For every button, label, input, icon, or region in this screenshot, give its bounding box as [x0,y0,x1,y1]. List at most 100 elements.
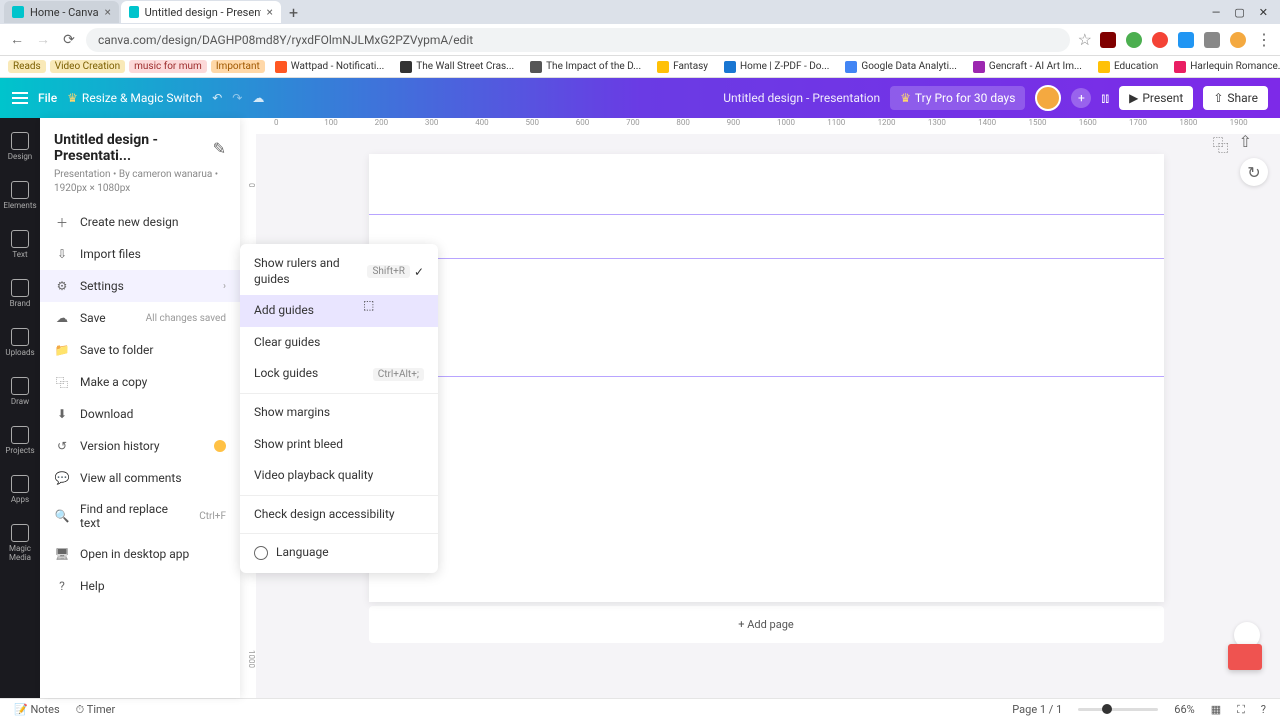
close-icon[interactable]: × [267,5,273,19]
view-comments[interactable]: 💬View all comments [40,462,240,494]
fullscreen-icon[interactable]: ⛶ [1237,703,1245,717]
settings-item[interactable]: ⚙Settings› [40,270,240,302]
video-quality[interactable]: Video playback quality [240,460,438,492]
bookmark-item[interactable]: Harlequin Romance... [1168,59,1280,75]
make-copy[interactable]: ⿻Make a copy [40,366,240,398]
menu-icon[interactable]: ⋮ [1256,30,1272,49]
check-accessibility[interactable]: Check design accessibility [240,499,438,531]
save-item[interactable]: ☁SaveAll changes saved [40,302,240,334]
url-input[interactable]: canva.com/design/DAGHP08md8Y/ryxdFOlmNJL… [86,28,1070,52]
save-to-folder[interactable]: 📁Save to folder [40,334,240,366]
user-avatar[interactable] [1035,85,1061,111]
export-icon[interactable]: ⇧ [1239,132,1252,156]
add-collaborator-button[interactable]: + [1071,88,1091,108]
rail-projects[interactable]: Projects [0,420,40,461]
guide-line[interactable] [369,258,1164,259]
bookmark-item[interactable]: The Impact of the D... [524,59,647,75]
rail-elements[interactable]: Elements [0,175,40,216]
bookmark-item[interactable]: Home | Z-PDF - Do... [718,59,835,75]
zoom-value[interactable]: 66% [1174,703,1194,716]
rail-brand[interactable]: Brand [0,273,40,314]
preview-thumbnail[interactable] [1228,644,1262,670]
bookmark-item[interactable]: Fantasy [651,59,714,75]
zoom-thumb[interactable] [1102,704,1112,714]
guide-line[interactable] [369,376,1164,377]
find-replace[interactable]: 🔍Find and replace textCtrl+F [40,494,240,538]
ext-gray[interactable] [1204,32,1220,48]
download-item[interactable]: ⬇Download [40,398,240,430]
menu-icon[interactable] [12,92,28,104]
create-new-design[interactable]: ＋Create new design [40,206,240,238]
lock-guides[interactable]: Lock guidesCtrl+Alt+; [240,358,438,390]
try-pro-button[interactable]: ♛Try Pro for 30 days [890,86,1025,110]
notes-button[interactable]: 📝 Notes [14,703,60,716]
file-menu[interactable]: File [38,91,57,105]
rail-apps[interactable]: Apps [0,469,40,510]
analytics-icon[interactable]: ⫾⫾ [1101,91,1109,106]
ext-red[interactable] [1152,32,1168,48]
bookmark-music[interactable]: music for mum [129,60,207,73]
download-icon: ⬇ [54,406,70,422]
cloud-icon[interactable]: ☁ [252,91,264,105]
rail-magic[interactable]: Magic Media [0,518,40,568]
bookmark-item[interactable]: Education [1092,59,1164,75]
ext-blue[interactable] [1178,32,1194,48]
file-panel: Untitled design - Presentati... ✎ Presen… [40,118,240,698]
minimize-icon[interactable]: — [1212,6,1221,19]
show-rulers[interactable]: Show rulers and guidesShift+R✓ [240,248,438,295]
bookmark-item[interactable]: Google Data Analyti... [839,59,963,75]
language-item[interactable]: Language [240,537,438,569]
history-icon: ↺ [54,438,70,454]
bookmark-item[interactable]: Wattpad - Notificati... [269,59,390,75]
rail-text[interactable]: Text [0,224,40,265]
guide-line[interactable] [369,214,1164,215]
zoom-slider[interactable] [1078,708,1158,711]
close-window-icon[interactable]: ✕ [1259,6,1268,19]
clear-guides[interactable]: Clear guides [240,327,438,359]
timer-button[interactable]: ⏱ Timer [76,703,116,717]
design-title[interactable]: Untitled design - Presentation [723,91,880,105]
url-text: canva.com/design/DAGHP08md8Y/ryxdFOlmNJL… [98,33,473,47]
add-guides[interactable]: Add guides [240,295,438,327]
open-desktop[interactable]: 🖥Open in desktop app [40,538,240,570]
share-button[interactable]: ⇧ Share [1203,86,1268,110]
star-icon[interactable]: ☆ [1078,30,1092,49]
edit-title-icon[interactable]: ✎ [213,139,226,158]
ext-green[interactable] [1126,32,1142,48]
profile-avatar[interactable] [1230,32,1246,48]
bookmark-video[interactable]: Video Creation [50,60,125,73]
bookmark-important[interactable]: Important [211,60,265,73]
cloud-icon: ☁ [54,310,70,326]
rail-draw[interactable]: Draw [0,371,40,412]
reload-button[interactable]: ⟳ [60,31,78,49]
forward-button[interactable]: → [34,31,52,49]
close-icon[interactable]: × [105,5,111,19]
undo-button[interactable]: ↶ [212,91,222,105]
import-files[interactable]: ⇩Import files [40,238,240,270]
ext-ublock[interactable] [1100,32,1116,48]
add-page-button[interactable]: + Add page [369,606,1164,643]
layers-icon[interactable]: ⿻ [1213,132,1229,156]
rail-uploads[interactable]: Uploads [0,322,40,363]
show-margins[interactable]: Show margins [240,397,438,429]
browser-tab[interactable]: Home - Canva × [4,1,119,23]
back-button[interactable]: ← [8,31,26,49]
canvas-page[interactable] [369,154,1164,602]
browser-tab-active[interactable]: Untitled design - Presentation × [121,1,281,23]
help-footer-icon[interactable]: ? [1261,703,1266,716]
redo-button[interactable]: ↷ [232,91,242,105]
bookmark-item[interactable]: Gencraft - AI Art Im... [967,59,1088,75]
new-tab-button[interactable]: + [289,3,298,22]
present-button[interactable]: ▶ Present [1119,86,1193,110]
help-item[interactable]: ?Help [40,570,240,602]
bookmark-item[interactable]: The Wall Street Cras... [394,59,520,75]
maximize-icon[interactable]: ▢ [1234,6,1244,19]
grid-view-icon[interactable]: ▦ [1211,703,1221,716]
tab-title: Untitled design - Presentation [145,6,261,19]
page-indicator[interactable]: Page 1 / 1 [1012,703,1062,716]
rail-design[interactable]: Design [0,126,40,167]
version-history[interactable]: ↺Version history [40,430,240,462]
bookmark-reads[interactable]: Reads [8,60,46,73]
show-print-bleed[interactable]: Show print bleed [240,429,438,461]
resize-button[interactable]: ♛Resize & Magic Switch [67,91,202,105]
